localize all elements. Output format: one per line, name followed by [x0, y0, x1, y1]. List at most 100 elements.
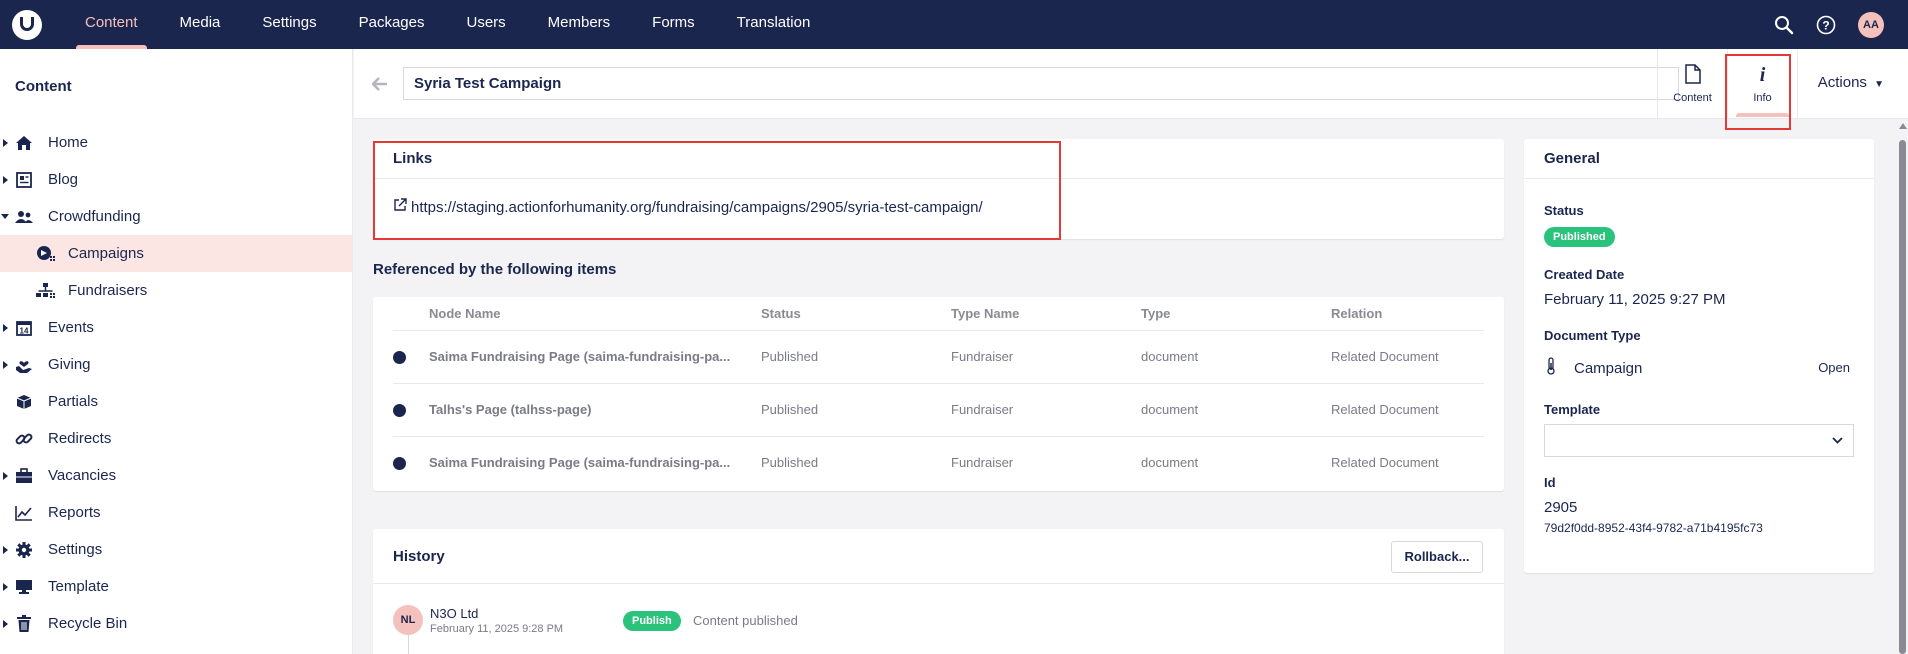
tree-item-settings[interactable]: Settings	[0, 531, 352, 568]
expand-caret-icon[interactable]	[3, 619, 8, 628]
status-label: Status	[1544, 203, 1584, 218]
history-action-text: Content published	[693, 613, 798, 628]
search-icon[interactable]	[1774, 15, 1794, 35]
template-select[interactable]	[1544, 424, 1854, 457]
node-name-link[interactable]: Saima Fundraising Page (saima-fundraisin…	[429, 330, 761, 384]
general-title: General	[1524, 139, 1874, 179]
campaign-url-link[interactable]: https://staging.actionforhumanity.org/fu…	[411, 199, 983, 216]
tree-item-label: Fundraisers	[68, 282, 148, 299]
house-icon	[14, 133, 34, 153]
nav-item-members[interactable]: Members	[527, 0, 632, 49]
collapse-caret-icon[interactable]	[1, 214, 9, 219]
links-panel: Links https://staging.actionforhumanity.…	[373, 139, 1504, 239]
gear-icon	[14, 540, 34, 560]
tree-item-home[interactable]: Home	[0, 124, 352, 161]
tree-item-label: Recycle Bin	[48, 615, 128, 632]
nav-item-settings[interactable]: Settings	[241, 0, 337, 49]
trash-icon	[14, 614, 34, 634]
tree-item-template[interactable]: Template	[0, 568, 352, 605]
node-type-cell	[393, 383, 429, 437]
editor-header: Content i Info Actions ▼	[354, 49, 1908, 119]
back-arrow-icon[interactable]	[371, 75, 388, 96]
expand-caret-icon[interactable]	[3, 545, 8, 554]
campaign-icon	[36, 244, 56, 264]
tree-item-blog[interactable]: Blog	[0, 161, 352, 198]
top-navigation: Content Media Settings Packages Users Me…	[0, 0, 1908, 49]
scrollbar-thumb[interactable]	[1899, 140, 1906, 654]
document-icon	[1684, 64, 1701, 86]
tree-item-vacancies[interactable]: Vacancies	[0, 457, 352, 494]
expand-caret-icon[interactable]	[3, 323, 8, 332]
table-row[interactable]: Saima Fundraising Page (saima-fundraisin…	[393, 436, 1484, 489]
tab-info[interactable]: i Info	[1727, 49, 1797, 119]
campaign-node-icon	[393, 404, 406, 418]
column-header: Type	[1141, 297, 1331, 331]
thermometer-icon	[1546, 357, 1556, 379]
campaign-node-icon	[393, 351, 406, 365]
history-title: History	[373, 529, 1504, 584]
history-user-avatar: NL	[393, 605, 423, 635]
tree-item-label: Crowdfunding	[48, 208, 141, 225]
calendar-icon: 14	[14, 318, 34, 338]
expand-caret-icon[interactable]	[3, 582, 8, 591]
campaign-node-icon	[393, 457, 406, 471]
type-name-cell: Fundraiser	[951, 455, 1014, 471]
nav-item-translation[interactable]: Translation	[716, 0, 832, 49]
nav-item-forms[interactable]: Forms	[631, 0, 716, 49]
expand-caret-icon[interactable]	[3, 138, 8, 147]
tree-item-giving[interactable]: Giving	[0, 346, 352, 383]
node-name-link[interactable]: Talhs's Page (talhss-page)	[429, 383, 761, 437]
tree-item-label: Giving	[48, 356, 91, 373]
tree-item-recycle-bin[interactable]: Recycle Bin	[0, 605, 352, 642]
references-table: Node Name Status Type Name Type Relation…	[393, 297, 1484, 489]
nav-item-content[interactable]: Content	[64, 0, 159, 49]
help-icon[interactable]: ?	[1816, 15, 1836, 35]
nav-item-packages[interactable]: Packages	[338, 0, 446, 49]
tree-item-label: Vacancies	[48, 467, 117, 484]
box-icon	[14, 392, 34, 412]
tree-item-redirects[interactable]: Redirects	[0, 420, 352, 457]
link-row[interactable]: https://staging.actionforhumanity.org/fu…	[373, 179, 1504, 235]
tree-item-partials[interactable]: Partials	[0, 383, 352, 420]
type-cell: document	[1141, 455, 1199, 471]
newspaper-icon	[14, 170, 34, 190]
node-name-link[interactable]: Saima Fundraising Page (saima-fundraisin…	[429, 436, 761, 489]
node-name-input[interactable]	[403, 67, 1679, 100]
table-row[interactable]: Talhs's Page (talhss-page) Published Fun…	[393, 383, 1484, 437]
tree-item-crowdfunding[interactable]: Crowdfunding	[0, 198, 352, 235]
actions-label: Actions	[1817, 74, 1867, 91]
id-value: 2905	[1544, 499, 1578, 516]
table-row[interactable]: Saima Fundraising Page (saima-fundraisin…	[393, 330, 1484, 384]
expand-caret-icon[interactable]	[3, 471, 8, 480]
nav-item-media[interactable]: Media	[159, 0, 242, 49]
type-cell: document	[1141, 383, 1331, 437]
general-panel: General Status Published Created Date Fe…	[1524, 139, 1874, 573]
tree-item-fundraisers[interactable]: Fundraisers	[0, 272, 352, 309]
node-type-cell	[393, 436, 429, 489]
tree-item-campaigns[interactable]: Campaigns	[0, 235, 352, 272]
tree-item-label: Blog	[48, 171, 79, 188]
rollback-button[interactable]: Rollback...	[1391, 541, 1483, 573]
tab-content[interactable]: Content	[1657, 49, 1727, 119]
open-document-type-link[interactable]: Open	[1818, 360, 1850, 375]
nav-item-users[interactable]: Users	[445, 0, 526, 49]
column-header: Type Name	[951, 297, 1141, 331]
expand-caret-icon[interactable]	[3, 175, 8, 184]
chart-icon	[14, 503, 34, 523]
svg-text:?: ?	[1822, 18, 1829, 32]
actions-dropdown[interactable]: Actions ▼	[1818, 74, 1884, 91]
tree-item-reports[interactable]: Reports	[0, 494, 352, 531]
sidebar-title: Content	[15, 78, 72, 95]
icon-column-header	[393, 297, 429, 331]
type-name-cell: Fundraiser	[951, 383, 1141, 437]
expand-caret-icon[interactable]	[3, 360, 8, 369]
tree-item-events[interactable]: 14 Events	[0, 309, 352, 346]
history-user-name: N3O Ltd	[430, 606, 479, 621]
scroll-up-arrow-icon[interactable]	[1899, 123, 1907, 129]
umbraco-logo-icon[interactable]	[12, 9, 42, 40]
template-label: Template	[1544, 402, 1601, 417]
table-header-row: Node Name Status Type Name Type Relation	[393, 297, 1484, 331]
references-title: Referenced by the following items	[373, 261, 617, 278]
node-type-cell	[393, 330, 429, 384]
user-avatar[interactable]: AA	[1858, 11, 1884, 38]
